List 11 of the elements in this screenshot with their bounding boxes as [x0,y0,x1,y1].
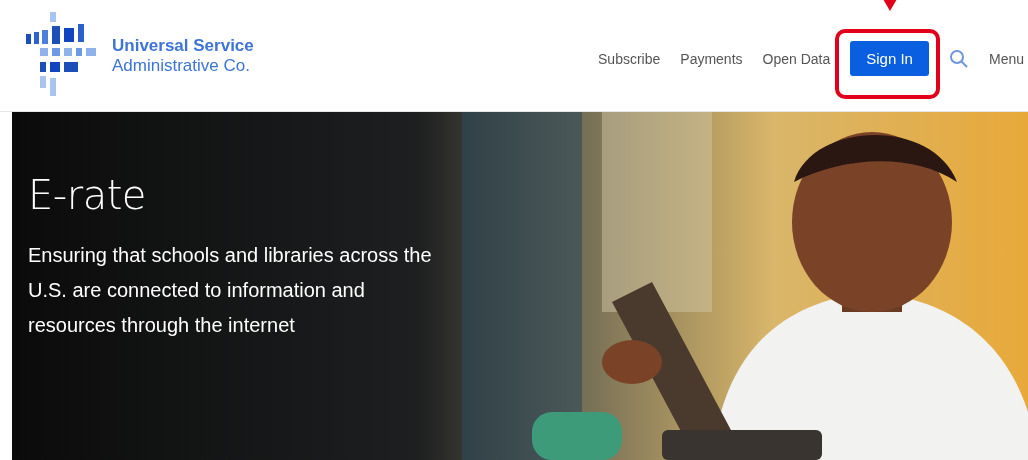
sign-in-button[interactable]: Sign In [850,41,929,76]
hero-title: E-rate [28,172,147,218]
nav-link[interactable]: Open Data [762,50,831,67]
nav-link[interactable]: Subscribe [598,50,661,67]
nav-link[interactable]: Payments [680,50,743,67]
nav-link[interactable]: Menu [988,50,1024,67]
pointer-arrow-icon [882,0,897,11]
search-icon[interactable] [948,48,969,69]
logo-title: Universal Service [112,35,254,56]
logo-subtitle: Administrative Co. [112,55,251,76]
hero-description: Ensuring that schools and libraries across the U.S. are connected to information and resources through the internet [28,243,433,338]
